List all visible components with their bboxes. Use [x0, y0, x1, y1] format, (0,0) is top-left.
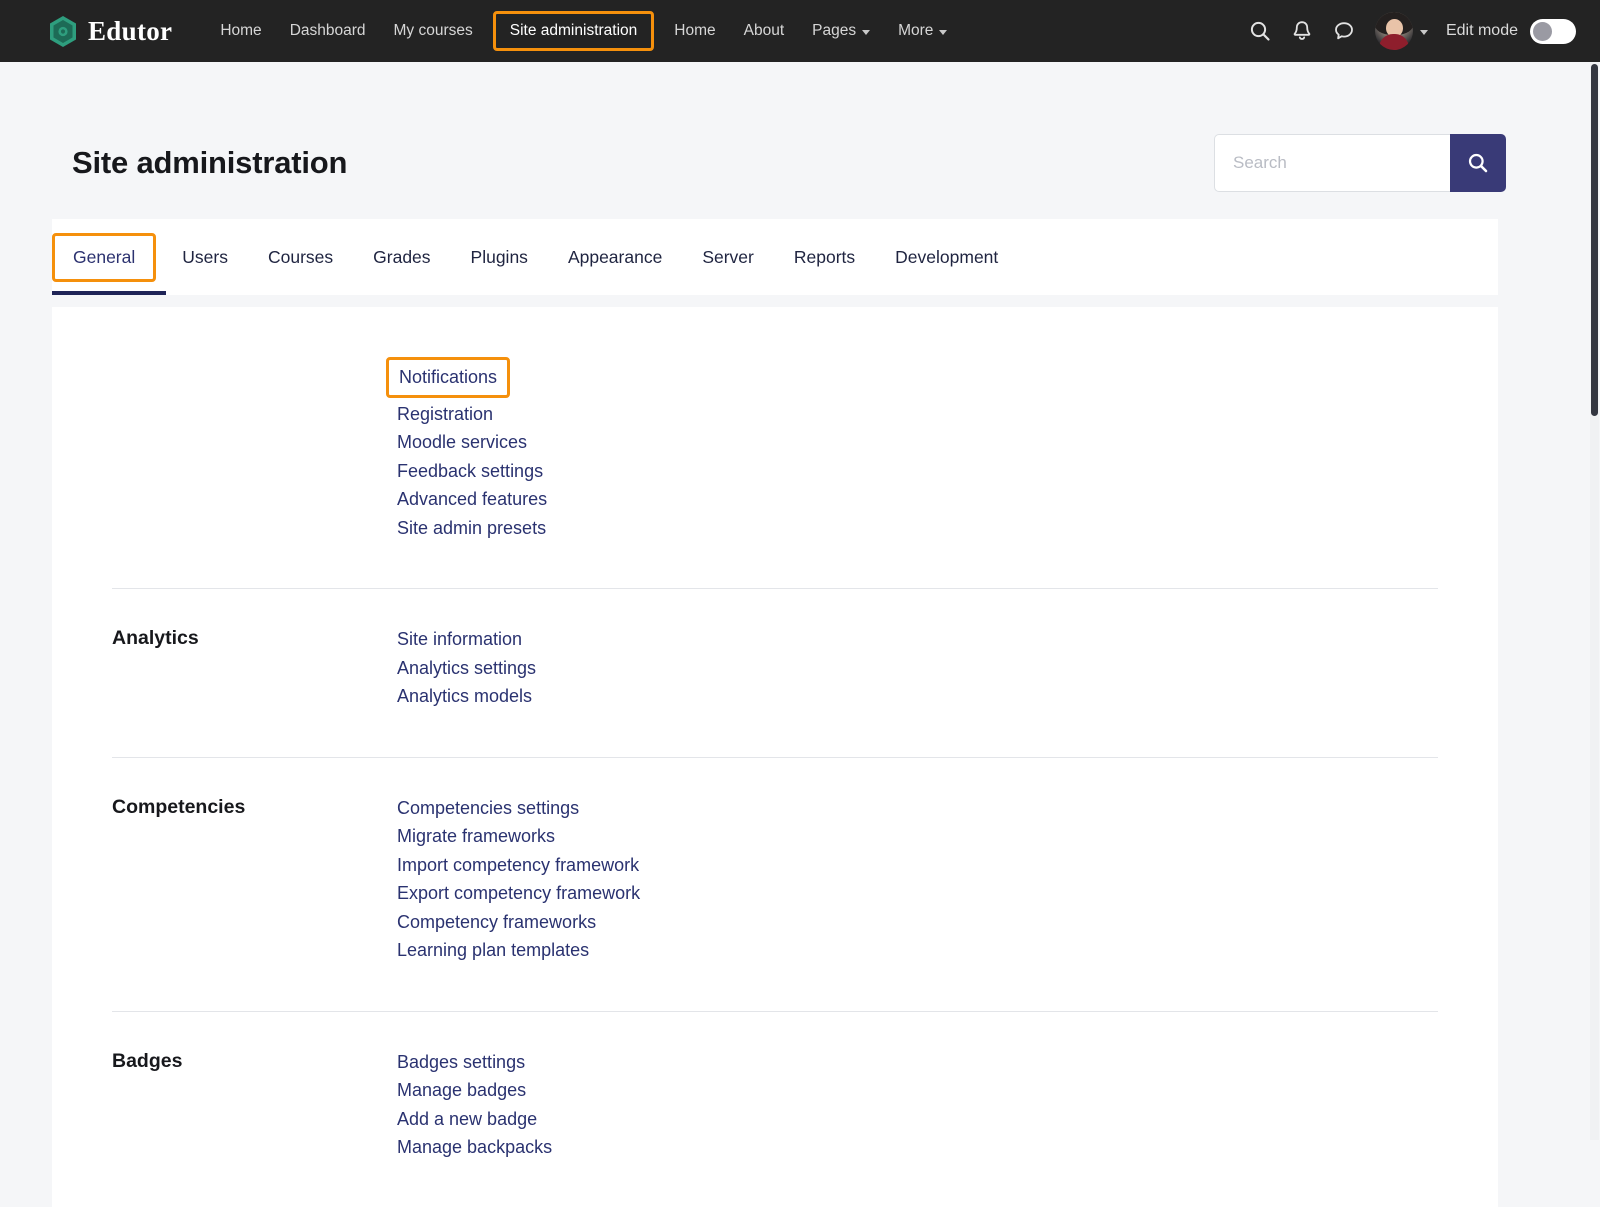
chevron-down-icon	[1420, 30, 1428, 35]
admin-section-analytics: Analytics Site information Analytics set…	[52, 589, 1498, 711]
admin-content-card: Notifications Registration Moodle servic…	[52, 307, 1498, 1207]
link-export-competency-framework[interactable]: Export competency framework	[397, 879, 640, 908]
search-icon[interactable]	[1239, 10, 1281, 52]
nav-item-more[interactable]: More	[884, 13, 961, 49]
link-analytics-models[interactable]: Analytics models	[397, 682, 532, 711]
tab-courses[interactable]: Courses	[248, 235, 353, 280]
tab-label: Reports	[794, 247, 855, 267]
tab-reports[interactable]: Reports	[774, 235, 875, 280]
nav-item-dashboard[interactable]: Dashboard	[276, 13, 380, 49]
section-links: Competencies settings Migrate frameworks…	[397, 794, 640, 965]
chevron-down-icon	[862, 30, 870, 35]
tab-label: Appearance	[568, 247, 662, 267]
nav-item-label: Site administration	[510, 22, 638, 40]
admin-tabs: General Users Courses Grades Plugins App…	[52, 219, 1498, 295]
section-title	[52, 357, 397, 542]
nav-item-site-administration[interactable]: Site administration	[493, 11, 655, 51]
link-analytics-settings[interactable]: Analytics settings	[397, 654, 536, 683]
nav-item-about[interactable]: About	[730, 13, 799, 49]
link-add-a-new-badge[interactable]: Add a new badge	[397, 1105, 537, 1134]
section-title: Competencies	[52, 794, 397, 965]
tab-label: Server	[702, 247, 754, 267]
tab-label: Users	[182, 247, 228, 267]
tab-label: Plugins	[471, 247, 528, 267]
page-title: Site administration	[72, 145, 347, 181]
section-links: Notifications Registration Moodle servic…	[397, 357, 547, 542]
scrollbar-track[interactable]	[1590, 62, 1599, 1140]
link-manage-backpacks[interactable]: Manage backpacks	[397, 1133, 552, 1162]
link-notifications[interactable]: Notifications	[386, 357, 510, 398]
tab-appearance[interactable]: Appearance	[548, 235, 682, 280]
admin-section-competencies: Competencies Competencies settings Migra…	[52, 758, 1498, 965]
nav-item-pages[interactable]: Pages	[798, 13, 884, 49]
section-title: Badges	[52, 1048, 397, 1162]
tab-server[interactable]: Server	[682, 235, 774, 280]
link-site-information[interactable]: Site information	[397, 625, 522, 654]
link-competencies-settings[interactable]: Competencies settings	[397, 794, 579, 823]
link-competency-frameworks[interactable]: Competency frameworks	[397, 908, 596, 937]
edit-mode-toggle[interactable]	[1530, 19, 1576, 44]
link-moodle-services[interactable]: Moodle services	[397, 428, 527, 457]
nav-item-label: More	[898, 22, 933, 40]
search-icon	[1467, 152, 1489, 174]
page-body: Site administration General Users Course…	[0, 62, 1600, 1140]
scrollbar-thumb[interactable]	[1591, 64, 1598, 416]
toggle-knob	[1533, 22, 1552, 41]
admin-section-general: Notifications Registration Moodle servic…	[52, 307, 1498, 542]
link-learning-plan-templates[interactable]: Learning plan templates	[397, 936, 589, 965]
admin-section-badges: Badges Badges settings Manage badges Add…	[52, 1012, 1498, 1162]
link-advanced-features[interactable]: Advanced features	[397, 485, 547, 514]
tab-label: Development	[895, 247, 998, 267]
page-header: Site administration	[0, 134, 1554, 192]
tab-development[interactable]: Development	[875, 235, 1018, 280]
nav-links: Home Dashboard My courses Site administr…	[206, 11, 961, 51]
tab-grades[interactable]: Grades	[353, 235, 450, 280]
top-navbar: Edutor Home Dashboard My courses Site ad…	[0, 0, 1600, 62]
bell-icon[interactable]	[1281, 10, 1323, 52]
link-manage-badges[interactable]: Manage badges	[397, 1076, 526, 1105]
tab-plugins[interactable]: Plugins	[451, 235, 548, 280]
message-icon[interactable]	[1323, 10, 1365, 52]
tab-general[interactable]: General	[52, 233, 156, 282]
link-badges-settings[interactable]: Badges settings	[397, 1048, 525, 1077]
nav-item-label: Home	[220, 22, 261, 40]
nav-item-home-secondary[interactable]: Home	[660, 13, 729, 49]
brand-name: Edutor	[88, 16, 172, 47]
nav-item-label: My courses	[394, 22, 473, 40]
link-feedback-settings[interactable]: Feedback settings	[397, 457, 543, 486]
site-search	[1214, 134, 1506, 192]
active-tab-indicator	[52, 291, 166, 295]
section-title: Analytics	[52, 625, 397, 711]
nav-item-label: Dashboard	[290, 22, 366, 40]
nav-item-my-courses[interactable]: My courses	[380, 13, 487, 49]
section-links: Site information Analytics settings Anal…	[397, 625, 536, 711]
section-links: Badges settings Manage badges Add a new …	[397, 1048, 552, 1162]
link-migrate-frameworks[interactable]: Migrate frameworks	[397, 822, 555, 851]
tab-label: Courses	[268, 247, 333, 267]
link-import-competency-framework[interactable]: Import competency framework	[397, 851, 639, 880]
hexagon-logo-icon	[48, 15, 78, 48]
edit-mode-label: Edit mode	[1446, 22, 1518, 40]
edit-mode-control: Edit mode	[1446, 19, 1576, 44]
nav-item-label: Pages	[812, 22, 856, 40]
chevron-down-icon	[939, 30, 947, 35]
brand-logo[interactable]: Edutor	[48, 15, 172, 48]
user-menu[interactable]	[1375, 12, 1428, 50]
navbar-right-cluster: Edit mode	[1239, 10, 1576, 52]
link-site-admin-presets[interactable]: Site admin presets	[397, 514, 546, 543]
nav-item-label: About	[744, 22, 785, 40]
search-submit-button[interactable]	[1450, 134, 1506, 192]
tab-users[interactable]: Users	[162, 235, 248, 280]
link-registration[interactable]: Registration	[397, 400, 493, 429]
search-input[interactable]	[1214, 134, 1450, 192]
avatar	[1375, 12, 1413, 50]
tab-label: Grades	[373, 247, 430, 267]
nav-item-home[interactable]: Home	[206, 13, 275, 49]
nav-item-label: Home	[674, 22, 715, 40]
tab-label: General	[73, 247, 135, 267]
